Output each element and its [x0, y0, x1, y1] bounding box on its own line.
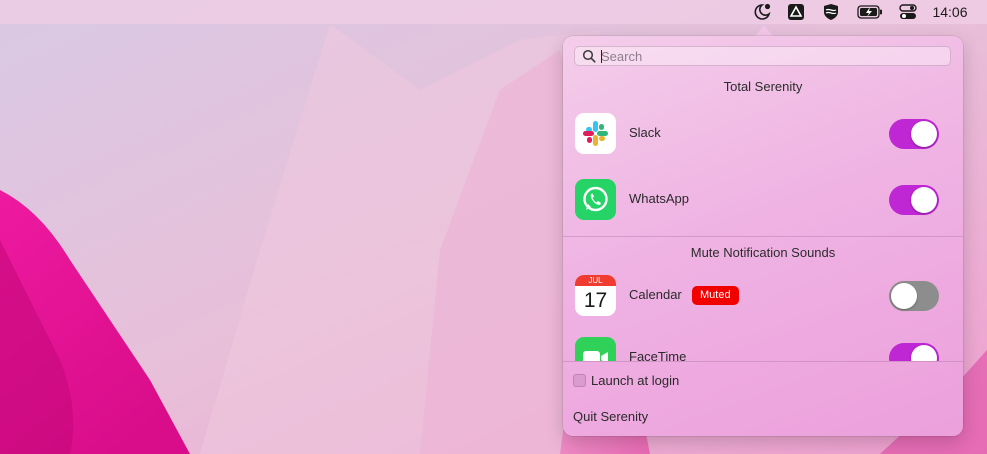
calendar-icon: JUL 17 [575, 275, 616, 316]
app-name-slack: Slack [629, 125, 661, 140]
calendar-month: JUL [575, 275, 616, 286]
toggle-knob [911, 121, 937, 147]
app-name-facetime: FaceTime [629, 349, 687, 361]
control-center-icon[interactable] [898, 3, 918, 21]
launch-at-login-label[interactable]: Launch at login [591, 373, 679, 388]
slack-toggle[interactable] [889, 119, 939, 149]
section-title-mute-sounds: Mute Notification Sounds [690, 245, 836, 260]
app-name-whatsapp: WhatsApp [629, 191, 689, 206]
toggle-knob [911, 187, 937, 213]
app-row-slack: Slack [563, 111, 963, 155]
section-title-total-serenity: Total Serenity [723, 79, 803, 94]
serenity-popover: Total Serenity Slack [563, 36, 963, 436]
whatsapp-toggle[interactable] [889, 185, 939, 215]
toggle-knob [911, 345, 937, 361]
shield-icon[interactable] [821, 3, 841, 21]
whatsapp-icon [575, 179, 616, 220]
facetime-icon [575, 337, 616, 361]
app-row-facetime: FaceTime [563, 335, 963, 361]
app-list[interactable]: Total Serenity Slack WhatsApp Mute Notif… [563, 36, 963, 361]
calendar-day: 17 [583, 289, 608, 312]
muted-badge: Muted [692, 286, 739, 305]
app-name-calendar: Calendar [629, 287, 682, 302]
menu-bar-clock[interactable]: 14:06 [920, 3, 980, 21]
app-row-whatsapp: WhatsApp [563, 177, 963, 221]
serenity-moon-icon[interactable] [752, 3, 772, 21]
quit-button[interactable]: Quit Serenity [573, 409, 648, 424]
footer-divider [563, 361, 963, 362]
app-row-calendar: JUL 17 Calendar Muted [563, 273, 963, 317]
section-divider [563, 236, 963, 237]
launch-at-login-checkbox[interactable] [573, 374, 586, 387]
toggle-knob [891, 283, 917, 309]
calendar-toggle[interactable] [889, 281, 939, 311]
facetime-toggle[interactable] [889, 343, 939, 361]
menu-bar: 14:06 [0, 0, 987, 24]
battery-charging-icon[interactable] [857, 3, 883, 21]
slack-icon [575, 113, 616, 154]
drive-icon[interactable] [786, 3, 806, 21]
